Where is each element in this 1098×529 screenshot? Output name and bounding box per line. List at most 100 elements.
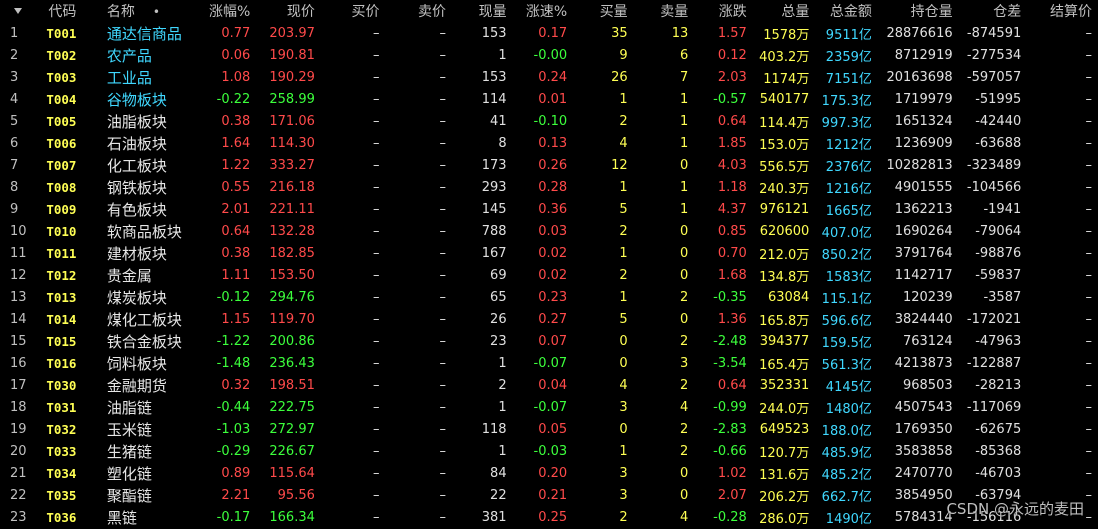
oi-change-cell: -172021 [966, 311, 1022, 327]
change-cell: -0.35 [713, 289, 747, 305]
bid-cell: – [372, 267, 380, 283]
settle-cell: – [1085, 465, 1093, 481]
name-cell: 有色板块 [106, 200, 167, 219]
total-volume-cell: 240.3万 [759, 181, 810, 197]
table-row[interactable]: 14 T014 煤化工板块 1.15 119.70 – – 26 0.27 5 0 1.36 165.8… [0, 308, 1098, 330]
price-cell: 272.97 [269, 421, 315, 437]
column-menu-button[interactable] [0, 0, 36, 22]
oi-change-cell: -79064 [975, 223, 1022, 239]
name-cell: 金融期货 [106, 376, 167, 395]
header-name[interactable]: 名称 • [101, 0, 190, 22]
current-volume-cell: 173 [481, 157, 507, 173]
table-row[interactable]: 1 T001 通达信商品 0.77 203.97 – – 153 0.17 35 13 1.57 157… [0, 22, 1098, 44]
ask-cell: – [439, 135, 447, 151]
ask-volume-cell: 4 [679, 399, 689, 415]
ask-cell: – [439, 355, 447, 371]
header-total-amount[interactable]: 总金额 [815, 0, 878, 22]
code-cell: T035 [46, 487, 77, 503]
header-change[interactable]: 涨跌 [694, 0, 753, 22]
settle-cell: – [1085, 113, 1093, 129]
bid-volume-cell: 2 [619, 113, 628, 129]
header-ask-volume[interactable]: 卖量 [634, 0, 695, 22]
total-amount-cell: 1583亿 [825, 269, 872, 285]
name-cell: 铁合金板块 [106, 332, 182, 351]
table-row[interactable]: 6 T006 石油板块 1.64 114.30 – – 8 0.13 4 1 1.85 153.0万 12… [0, 132, 1098, 154]
table-row[interactable]: 4 T004 谷物板块 -0.22 258.99 – – 114 0.01 1 1 -0.57 5401… [0, 88, 1098, 110]
table-row[interactable]: 2 T002 农产品 0.06 190.81 – – 1 -0.00 9 6 0.12 403.2万 23… [0, 44, 1098, 66]
header-current-volume[interactable]: 现量 [452, 0, 513, 22]
header-total-volume[interactable]: 总量 [753, 0, 816, 22]
header-price[interactable]: 现价 [256, 0, 321, 22]
table-row[interactable]: 13 T013 煤炭板块 -0.12 294.76 – – 65 0.23 1 2 -0.35 6308… [0, 286, 1098, 308]
bid-volume-cell: 1 [619, 443, 628, 459]
table-row[interactable]: 23 T036 黑链 -0.17 166.34 – – 381 0.25 2 4 -0.28 286.0… [0, 506, 1098, 528]
table-row[interactable]: 5 T005 油脂板块 0.38 171.06 – – 41 -0.10 2 1 0.64 114.4万… [0, 110, 1098, 132]
ask-volume-cell: 2 [679, 443, 689, 459]
speed-cell: -0.07 [533, 399, 568, 415]
oi-change-cell: -85368 [975, 443, 1022, 459]
total-volume-cell: 206.2万 [759, 489, 810, 505]
change-pct-cell: 0.64 [221, 223, 251, 239]
ask-cell: – [439, 311, 447, 327]
settle-cell: – [1085, 267, 1093, 283]
speed-cell: 0.02 [538, 245, 568, 261]
row-index: 19 [10, 421, 27, 437]
header-bid[interactable]: 买价 [321, 0, 386, 22]
speed-cell: -0.03 [533, 443, 568, 459]
table-row[interactable]: 8 T008 钢铁板块 0.55 216.18 – – 293 0.28 1 1 1.18 240.3万… [0, 176, 1098, 198]
header-speed[interactable]: 涨速% [513, 0, 574, 22]
current-volume-cell: 153 [481, 69, 507, 85]
ask-cell: – [439, 465, 447, 481]
ask-volume-cell: 0 [679, 245, 689, 261]
ask-volume-cell: 13 [671, 25, 689, 41]
ask-cell: – [439, 223, 447, 239]
table-row[interactable]: 11 T011 建材板块 0.38 182.85 – – 167 0.02 1 0 0.70 212.0… [0, 242, 1098, 264]
price-cell: 132.28 [269, 223, 315, 239]
current-volume-cell: 153 [481, 25, 507, 41]
row-index: 12 [10, 267, 27, 283]
bid-cell: – [372, 289, 380, 305]
table-row[interactable]: 12 T012 贵金属 1.11 153.50 – – 69 0.02 2 0 1.68 134.8万 1… [0, 264, 1098, 286]
change-cell: 0.70 [717, 245, 747, 261]
total-volume-cell: 63084 [767, 289, 810, 305]
change-pct-cell: -1.03 [216, 421, 251, 437]
oi-change-cell: -122887 [966, 355, 1022, 371]
table-row[interactable]: 10 T010 软商品板块 0.64 132.28 – – 788 0.03 2 0 0.85 6206… [0, 220, 1098, 242]
change-pct-cell: -0.29 [216, 443, 251, 459]
header-change-pct[interactable]: 涨幅% [190, 0, 257, 22]
bid-volume-cell: 4 [619, 135, 628, 151]
oi-change-cell: -51995 [975, 91, 1022, 107]
table-row[interactable]: 21 T034 塑化链 0.89 115.64 – – 84 0.20 3 0 1.02 131.6万 4… [0, 462, 1098, 484]
ask-volume-cell: 0 [679, 267, 689, 283]
oi-change-cell: -28213 [975, 377, 1022, 393]
table-row[interactable]: 7 T007 化工板块 1.22 333.27 – – 173 0.26 12 0 4.03 556.5… [0, 154, 1098, 176]
table-row[interactable]: 19 T032 玉米链 -1.03 272.97 – – 118 0.05 0 2 -2.83 6495… [0, 418, 1098, 440]
speed-cell: 0.23 [538, 289, 568, 305]
price-cell: 222.75 [269, 399, 315, 415]
header-ask[interactable]: 卖价 [385, 0, 452, 22]
table-row[interactable]: 15 T015 铁合金板块 -1.22 200.86 – – 23 0.07 0 2 -2.48 394… [0, 330, 1098, 352]
settle-cell: – [1085, 443, 1093, 459]
table-row[interactable]: 18 T031 油脂链 -0.44 222.75 – – 1 -0.07 3 4 -0.99 244.0… [0, 396, 1098, 418]
table-row[interactable]: 17 T030 金融期货 0.32 198.51 – – 2 0.04 4 2 0.64 352331 4… [0, 374, 1098, 396]
settle-cell: – [1085, 289, 1093, 305]
bid-cell: – [372, 69, 380, 85]
current-volume-cell: 1 [498, 399, 507, 415]
header-code[interactable]: 代码 [36, 0, 101, 22]
table-row[interactable]: 16 T016 饲料板块 -1.48 236.43 – – 1 -0.07 0 3 -3.54 165.… [0, 352, 1098, 374]
settle-cell: – [1085, 333, 1093, 349]
table-row[interactable]: 9 T009 有色板块 2.01 221.11 – – 145 0.36 5 1 4.37 976121… [0, 198, 1098, 220]
total-volume-cell: 352331 [759, 377, 810, 393]
name-cell: 油脂链 [106, 398, 152, 417]
header-open-interest[interactable]: 持仓量 [878, 0, 959, 22]
table-row[interactable]: 22 T035 聚酯链 2.21 95.56 – – 22 0.21 3 0 2.07 206.2万 66… [0, 484, 1098, 506]
header-bid-volume[interactable]: 买量 [573, 0, 634, 22]
table-row[interactable]: 3 T003 工业品 1.08 190.29 – – 153 0.24 26 7 2.03 1174万 7… [0, 66, 1098, 88]
settle-cell: – [1085, 69, 1093, 85]
header-settle[interactable]: 结算价 [1027, 0, 1098, 22]
row-index: 7 [10, 157, 19, 173]
table-row[interactable]: 20 T033 生猪链 -0.29 226.67 – – 1 -0.03 1 2 -0.66 120.7… [0, 440, 1098, 462]
change-cell: 0.12 [717, 47, 747, 63]
header-oi-change[interactable]: 仓差 [959, 0, 1028, 22]
row-index: 10 [10, 223, 27, 239]
